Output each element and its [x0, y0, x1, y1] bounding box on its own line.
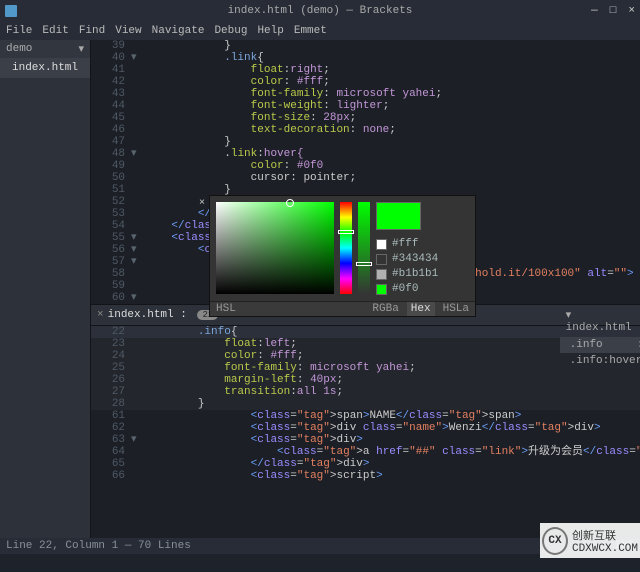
sidebar: demo▾ index.html: [0, 40, 91, 538]
menu-file[interactable]: File: [6, 25, 32, 37]
titlebar: index.html (demo) — Brackets — □ ×: [0, 0, 640, 22]
close-icon[interactable]: ×: [628, 5, 635, 17]
close-icon[interactable]: ×: [199, 198, 205, 209]
sidebar-file[interactable]: index.html: [0, 58, 90, 78]
color-preview: [376, 202, 421, 230]
menu-view[interactable]: View: [115, 25, 141, 37]
related-rules-panel: ▾ index.html(2) .info:22 .info:hover:29: [560, 305, 640, 325]
mode-hsl[interactable]: HSL: [216, 303, 236, 315]
mode-hsla[interactable]: HSLa: [443, 303, 469, 315]
alpha-slider[interactable]: [358, 202, 370, 294]
menu-edit[interactable]: Edit: [42, 25, 68, 37]
quick-edit-tab[interactable]: index.html : 22: [108, 309, 219, 321]
menu-help[interactable]: Help: [257, 25, 283, 37]
code-editor[interactable]: 39 }40▾ .link{41 float:right;42 color: #…: [91, 40, 640, 538]
menu-debug[interactable]: Debug: [214, 25, 247, 37]
cursor-position: Line 22, Column 1 — 70 Lines: [6, 540, 191, 552]
menu-navigate[interactable]: Navigate: [152, 25, 205, 37]
menubar: File Edit Find View Navigate Debug Help …: [0, 22, 640, 40]
chevron-down-icon: ▾: [78, 42, 84, 56]
window-title: index.html (demo) — Brackets: [228, 5, 413, 17]
watermark: CX 创新互联CDXWCX.COM: [540, 523, 640, 558]
mode-hex[interactable]: Hex: [407, 302, 435, 316]
color-picker[interactable]: × #fff#343434#b1b1b1#0f0 HSL RGBa Hex HS…: [209, 195, 476, 317]
related-item[interactable]: .info:hover:29: [560, 353, 640, 369]
app-logo: [5, 5, 17, 17]
saturation-value-field[interactable]: [216, 202, 334, 294]
hue-slider[interactable]: [340, 202, 352, 294]
menu-find[interactable]: Find: [79, 25, 105, 37]
related-item[interactable]: .info:22: [560, 337, 640, 353]
close-icon[interactable]: ×: [97, 309, 104, 321]
minimize-icon[interactable]: —: [591, 5, 598, 17]
menu-emmet[interactable]: Emmet: [294, 25, 327, 37]
maximize-icon[interactable]: □: [610, 5, 617, 17]
project-selector[interactable]: demo▾: [0, 40, 90, 58]
mode-rgba[interactable]: RGBa: [372, 303, 398, 315]
